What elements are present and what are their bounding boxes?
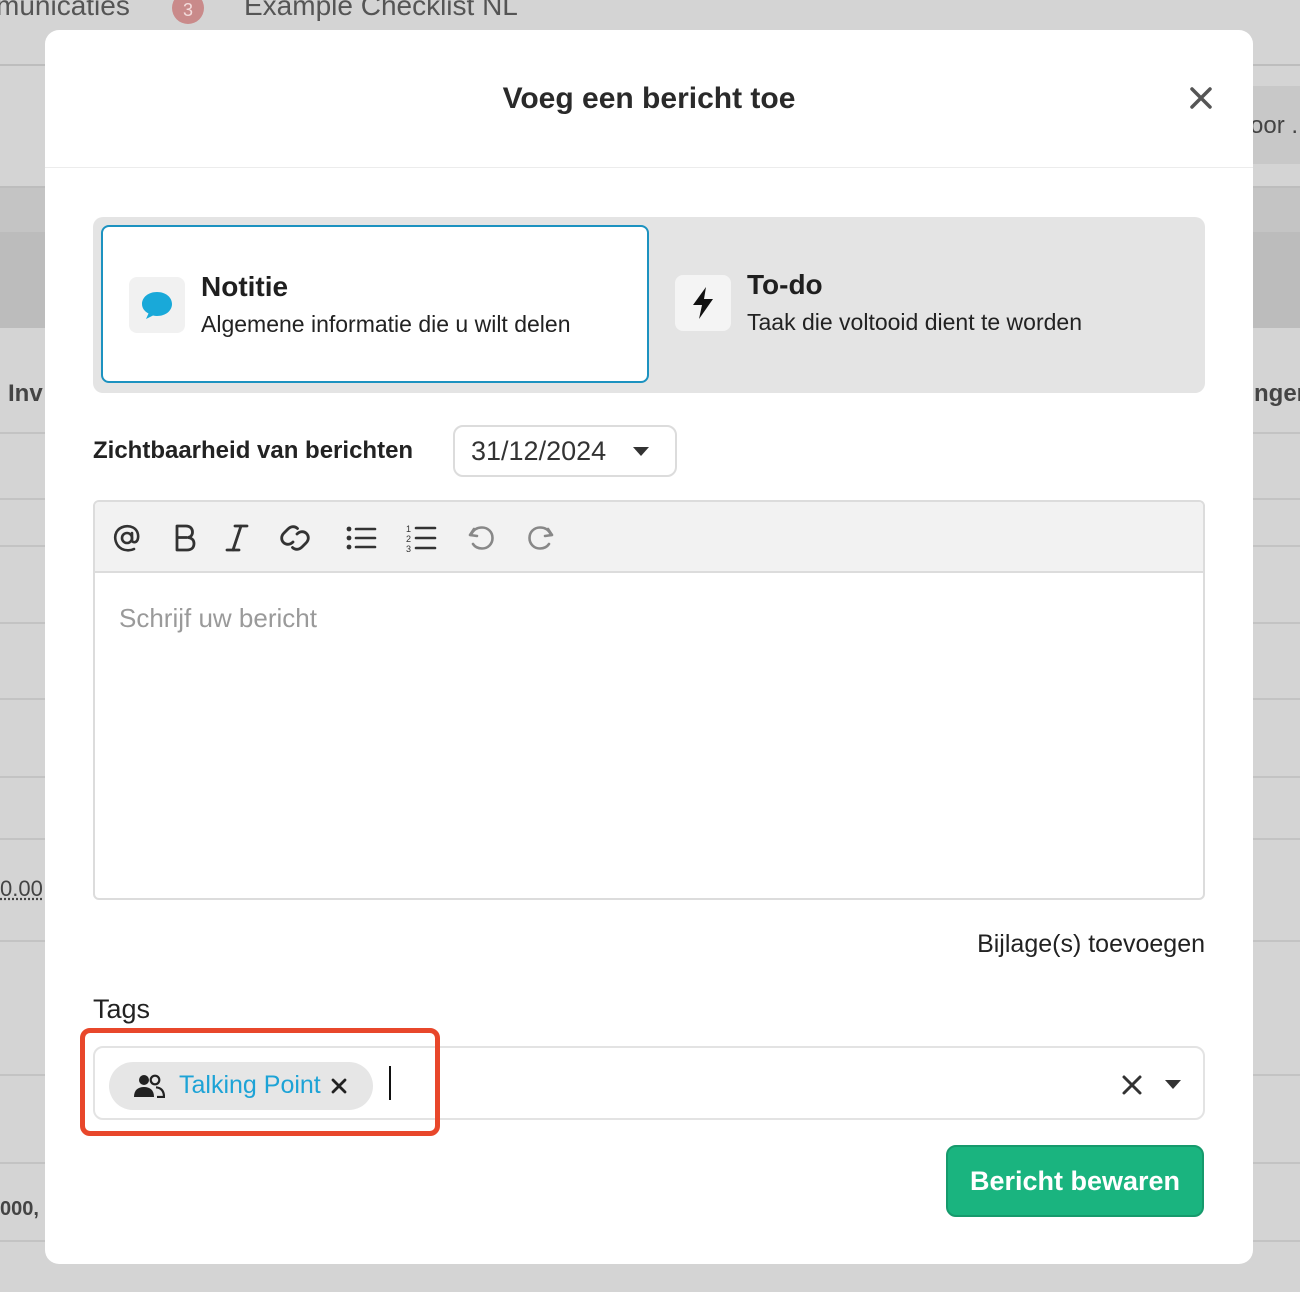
chat-bubble-icon <box>129 277 185 333</box>
add-message-dialog: Voeg een bericht toe Notitie Algemene in… <box>45 30 1253 1264</box>
bullet-list-icon[interactable] <box>343 520 379 556</box>
dialog-header: Voeg een bericht toe <box>45 30 1253 168</box>
visibility-date-select[interactable]: 31/12/2024 <box>453 425 677 477</box>
background-tab-badge: 3 <box>172 0 204 24</box>
svg-text:2: 2 <box>406 534 411 544</box>
tag-label: Talking Point <box>179 1071 321 1099</box>
text-cursor <box>389 1066 391 1100</box>
bold-icon[interactable] <box>167 520 203 556</box>
message-type-selector: Notitie Algemene informatie die u wilt d… <box>93 217 1205 393</box>
background-amount: 0.00 <box>0 876 43 901</box>
svg-text:3: 3 <box>406 544 411 553</box>
type-option-todo[interactable]: To-do Taak die voltooid dient te worden <box>659 225 1199 383</box>
type-option-notitie[interactable]: Notitie Algemene informatie die u wilt d… <box>101 225 649 383</box>
tag-chip: Talking Point <box>109 1062 373 1110</box>
visibility-label: Zichtbaarheid van berichten <box>93 437 414 464</box>
lightning-bolt-icon <box>675 275 731 331</box>
clear-tags-icon[interactable] <box>1119 1072 1145 1098</box>
visibility-date-value: 31/12/2024 <box>471 435 607 466</box>
undo-icon[interactable] <box>463 520 499 556</box>
svg-text:1: 1 <box>406 524 411 534</box>
type-option-description: Algemene informatie die u wilt delen <box>201 311 571 337</box>
dialog-title: Voeg een bericht toe <box>502 82 796 115</box>
add-attachment-link[interactable]: Bijlage(s) toevoegen <box>977 930 1205 959</box>
background-amount: 000, <box>0 1198 39 1220</box>
background-column-nger: nger <box>1254 380 1300 407</box>
chevron-down-icon[interactable] <box>1165 1080 1181 1089</box>
type-option-title: To-do <box>747 269 823 300</box>
close-icon[interactable] <box>1185 82 1217 114</box>
type-option-description: Taak die voltooid dient te worden <box>747 309 1082 335</box>
background-right-button-label: oor . <box>1250 112 1299 139</box>
message-textarea[interactable]: Schrijf uw bericht <box>95 575 1203 898</box>
tags-select[interactable]: Talking Point <box>93 1046 1205 1120</box>
background-tab-checklist: Example Checklist NL <box>244 0 518 21</box>
type-option-title: Notitie <box>201 271 289 302</box>
tag-remove-icon[interactable] <box>327 1074 351 1098</box>
background-column-inv: Inv <box>8 380 43 407</box>
link-icon[interactable] <box>277 520 313 556</box>
redo-icon[interactable] <box>523 520 559 556</box>
chevron-down-icon <box>633 447 649 456</box>
background-tab-communicaties: municaties <box>0 0 130 21</box>
people-icon <box>133 1074 166 1103</box>
italic-icon[interactable] <box>219 520 255 556</box>
save-message-button[interactable]: Bericht bewaren <box>946 1145 1204 1217</box>
editor-toolbar: 123 <box>95 502 1203 573</box>
message-placeholder: Schrijf uw bericht <box>119 603 317 633</box>
tags-label: Tags <box>93 994 151 1024</box>
message-editor: 123 Schrijf uw bericht <box>93 500 1205 900</box>
numbered-list-icon[interactable]: 123 <box>403 520 439 556</box>
mention-icon[interactable] <box>109 520 145 556</box>
